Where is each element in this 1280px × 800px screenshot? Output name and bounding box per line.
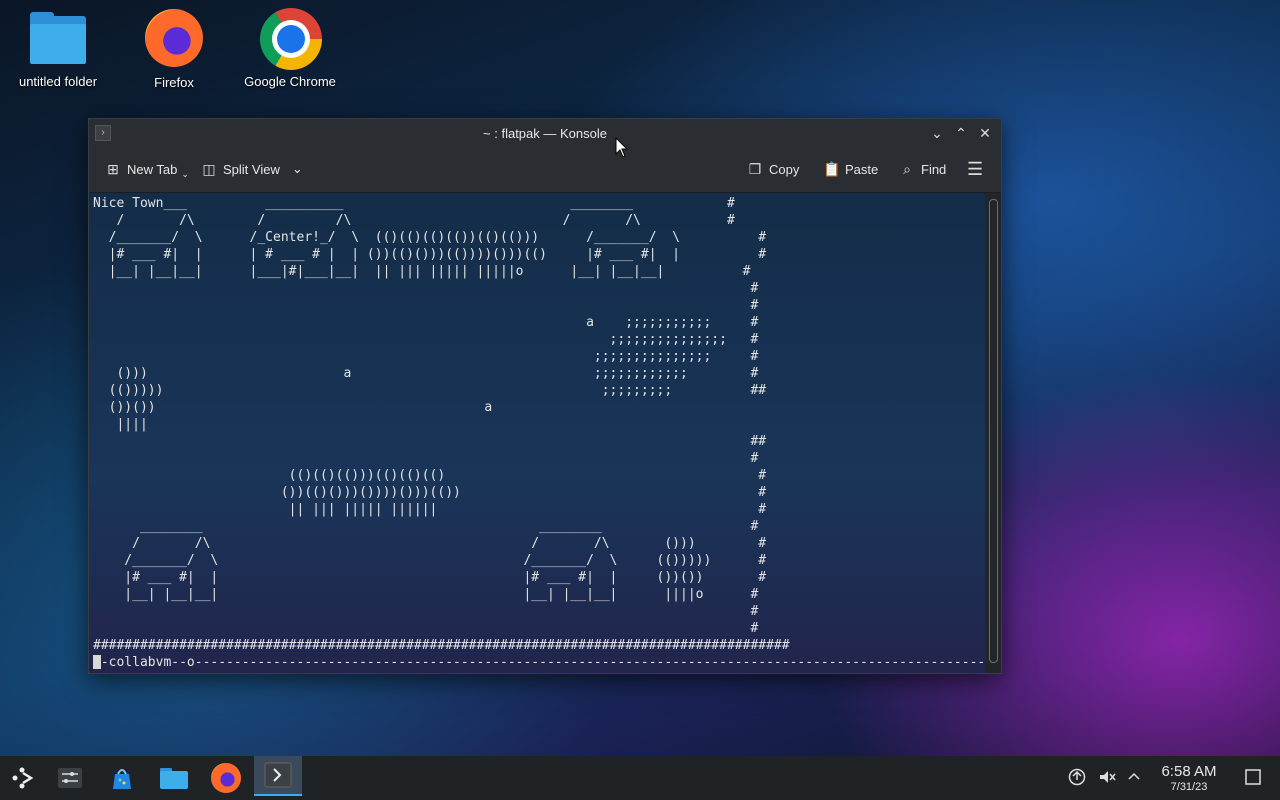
- terminal-cursor: [93, 655, 101, 669]
- taskbar-application-launcher[interactable]: [0, 760, 44, 796]
- hamburger-menu-icon: ☰: [967, 159, 984, 179]
- find-label: Find: [921, 161, 947, 177]
- paste-label: Paste: [845, 161, 879, 177]
- desktop-icon-untitled-folder[interactable]: untitled folder: [0, 8, 116, 89]
- folder-icon: [28, 8, 88, 68]
- taskbar-firefox[interactable]: [204, 760, 248, 796]
- show-hidden-tray-icon[interactable]: [1126, 768, 1142, 788]
- network-updates-icon[interactable]: [1068, 768, 1086, 790]
- hamburger-menu-button[interactable]: ☰: [967, 159, 983, 179]
- split-view-icon: ◫: [202, 161, 216, 177]
- terminal-icon: [264, 762, 292, 788]
- maximize-button[interactable]: ⌃: [951, 123, 971, 143]
- clock-time: 6:58 AM: [1161, 763, 1217, 780]
- folder-icon: [160, 768, 188, 789]
- mouse-pointer-icon: [615, 137, 629, 158]
- copy-button[interactable]: ❐ Copy: [747, 159, 800, 179]
- desktop-icon-google-chrome[interactable]: Google Chrome: [232, 8, 348, 89]
- new-tab-label: New Tab: [127, 161, 178, 177]
- window-title: ~ : flatpak — Konsole: [483, 126, 607, 141]
- volume-muted-icon[interactable]: [1098, 768, 1116, 790]
- new-tab-button[interactable]: ⊞ New Tab ⌄: [105, 159, 189, 179]
- copy-icon: ❐: [748, 161, 762, 177]
- terminal-output: Nice Town___ __________ ________ # / /\ …: [93, 196, 985, 673]
- konsole-toolbar: ⊞ New Tab ⌄ ◫ Split View ⌄ ❐ Copy 📋 Past…: [89, 147, 1001, 193]
- search-icon: ⌕: [903, 161, 911, 177]
- terminal-view[interactable]: Nice Town___ __________ ________ # / /\ …: [89, 193, 985, 673]
- firefox-icon: [144, 9, 204, 69]
- find-button[interactable]: ⌕ Find: [899, 159, 946, 179]
- paste-button[interactable]: 📋 Paste: [823, 159, 878, 179]
- taskbar-discover[interactable]: [100, 760, 144, 796]
- new-tab-icon: ⊞: [107, 161, 119, 177]
- copy-label: Copy: [769, 161, 800, 177]
- paste-icon: 📋: [823, 161, 841, 177]
- desktop-icon-label: untitled folder: [18, 74, 98, 89]
- chrome-icon: [260, 8, 322, 70]
- window-titlebar[interactable]: › ~ : flatpak — Konsole ⌄ ⌃ ✕: [89, 119, 1001, 147]
- store-icon: [113, 769, 131, 789]
- launcher-icon: [12, 767, 34, 789]
- split-view-button[interactable]: ◫ Split View ⌄: [201, 159, 303, 179]
- chevron-down-icon: ⌄: [291, 161, 303, 176]
- firefox-icon: [211, 763, 241, 793]
- taskbar-konsole[interactable]: [254, 756, 302, 796]
- clock-date: 7/31/23: [1170, 781, 1208, 793]
- new-tab-menu-icon: ⌄: [181, 168, 189, 179]
- desktop-icon-label: Firefox: [154, 75, 194, 90]
- taskbar-dolphin[interactable]: [152, 760, 196, 796]
- konsole-window: › ~ : flatpak — Konsole ⌄ ⌃ ✕ ⊞ New Tab …: [88, 118, 1002, 674]
- sliders-icon: [58, 768, 82, 788]
- close-button[interactable]: ✕: [975, 123, 995, 143]
- taskbar: 6:58 AM 7/31/23: [0, 756, 1280, 800]
- scrollbar-thumb[interactable]: [989, 199, 998, 663]
- desktop-icon-label: Google Chrome: [244, 74, 336, 89]
- split-view-label: Split View: [223, 161, 280, 177]
- terminal-scrollbar[interactable]: [986, 193, 1000, 673]
- minimize-button[interactable]: ⌄: [927, 123, 947, 143]
- desktop-icon-firefox[interactable]: Firefox: [116, 8, 232, 90]
- taskbar-system-settings[interactable]: [48, 760, 92, 796]
- digital-clock[interactable]: 6:58 AM 7/31/23: [1150, 763, 1228, 793]
- show-desktop-icon[interactable]: [1244, 768, 1262, 790]
